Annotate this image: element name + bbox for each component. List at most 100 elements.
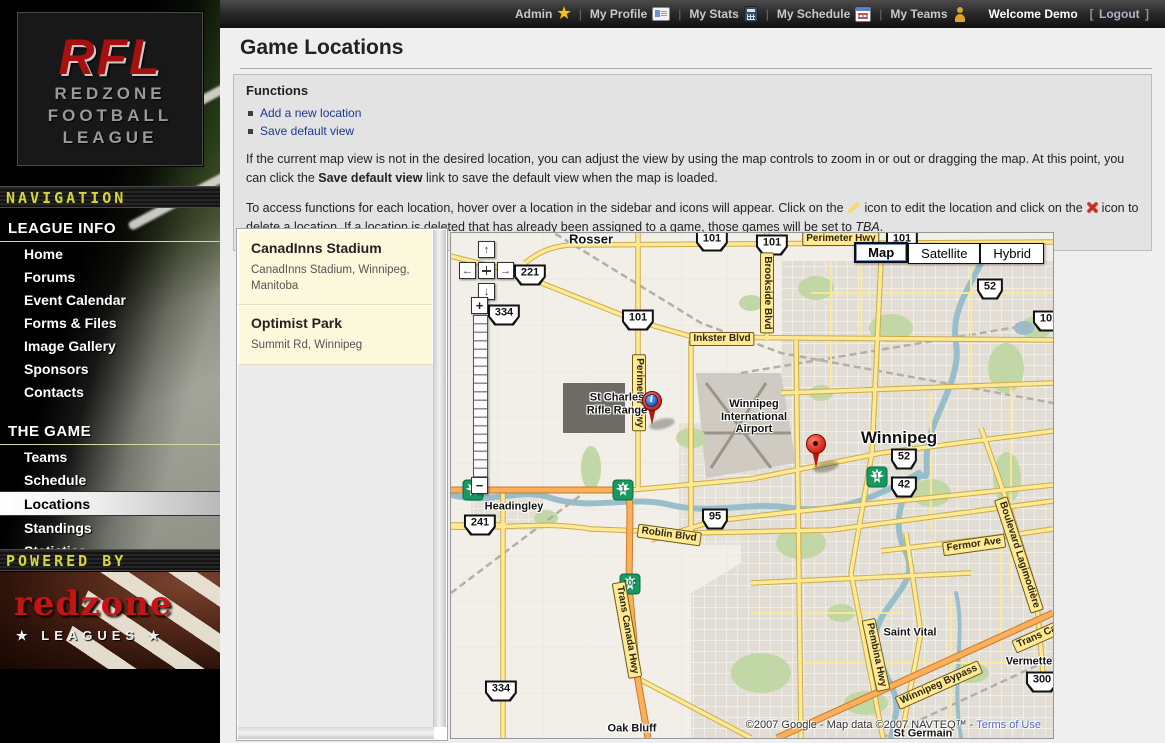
highway-shield-number: 334 <box>487 683 515 700</box>
bracket: [ <box>1090 7 1094 21</box>
highway-shield-number: 334 <box>490 307 518 324</box>
function-link-item: Add a new location <box>246 104 1139 122</box>
powered-by-banner: POWERED BY <box>0 549 220 571</box>
function-link[interactable]: Add a new location <box>260 106 361 120</box>
topbar-links: Admin★|My Profile|My Stats|My Schedule|M… <box>515 6 967 22</box>
sidebar-item-schedule[interactable]: Schedule <box>0 468 220 491</box>
pan-up-button[interactable]: ↑ <box>478 241 495 258</box>
locations-list: CanadInns Stadium CanadInns Stadium, Winn… <box>238 230 434 727</box>
map-canvas[interactable]: 1011011011011012213343342419552524230011… <box>450 232 1054 739</box>
location-address: Summit Rd, Winnipeg <box>251 338 422 354</box>
topbar-separator: | <box>579 7 582 21</box>
functions-links: Add a new location Save default view <box>246 104 1139 140</box>
horizontal-scrollbar[interactable] <box>238 727 434 739</box>
topbar-item-label: Admin <box>515 7 552 21</box>
highway-shield-number: 95 <box>704 511 726 528</box>
zoom-out-button[interactable]: − <box>471 477 488 494</box>
topbar: Admin★|My Profile|My Stats|My Schedule|M… <box>220 0 1165 28</box>
map-marker[interactable] <box>805 434 827 470</box>
map-type-satellite-button[interactable]: Satellite <box>908 243 980 264</box>
road-label: Brookside Blvd <box>760 252 774 333</box>
pan-right-button[interactable]: → <box>497 262 514 279</box>
highway-shield-241: 241 <box>464 515 496 536</box>
sidebar-item-standings[interactable]: Standings <box>0 516 220 539</box>
highway-shield-number: 101 <box>624 312 652 329</box>
pan-center-button[interactable] <box>478 262 495 279</box>
sidebar: RFL REDZONE FOOTBALL LEAGUE NAVIGATION L… <box>0 0 220 743</box>
sidebar-item-image-gallery[interactable]: Image Gallery <box>0 334 220 357</box>
navigation-banner: NAVIGATION <box>0 186 220 208</box>
zoom-slider[interactable] <box>473 315 488 478</box>
highway-shield-300: 300 <box>1026 672 1054 693</box>
sidebar-item-locations[interactable]: Locations <box>0 491 220 516</box>
map-type-map-button[interactable]: Map <box>854 242 908 263</box>
topbar-item-my-teams[interactable]: My Teams <box>890 7 966 22</box>
functions-box: Functions Add a new location Save default… <box>233 74 1152 251</box>
pan-left-button[interactable]: ← <box>459 262 476 279</box>
map-copyright: ©2007 Google - Map data ©2007 NAVTEQ™ - … <box>746 719 1041 731</box>
topbar-item-my-stats[interactable]: My Stats <box>689 6 757 22</box>
topbar-item-admin[interactable]: Admin★ <box>515 7 571 21</box>
function-link[interactable]: Save default view <box>260 124 354 138</box>
nav-section-title: LEAGUE INFO <box>0 212 220 242</box>
redzone-logo-text: redzone <box>14 584 173 624</box>
highway-shield-101: 101 <box>622 310 654 331</box>
sidebar-item-teams[interactable]: Teams <box>0 445 220 468</box>
highway-shield-number: 221 <box>516 267 544 284</box>
sidebar-item-home[interactable]: Home <box>0 242 220 265</box>
scrollbar-corner <box>434 727 446 739</box>
road-label: Inkster Blvd <box>689 332 754 346</box>
sidebar-item-sponsors[interactable]: Sponsors <box>0 357 220 380</box>
topbar-item-my-profile[interactable]: My Profile <box>590 7 670 21</box>
highway-shield-42: 42 <box>891 477 917 498</box>
vertical-scrollbar[interactable] <box>434 230 446 727</box>
location-address: CanadInns Stadium, Winnipeg, Manitoba <box>251 263 422 294</box>
topbar-separator: | <box>766 7 769 21</box>
place-label: Vermette <box>1006 656 1052 669</box>
highway-shield-number: 101 <box>698 233 726 250</box>
place-label: St Charles Rifle Range <box>587 391 648 416</box>
terms-of-use-link[interactable]: Terms of Use <box>976 719 1041 731</box>
sidebar-item-contacts[interactable]: Contacts <box>0 380 220 403</box>
rfl-logo-text: RFL <box>18 31 202 83</box>
league-logo: RFL REDZONE FOOTBALL LEAGUE <box>17 12 203 166</box>
highway-shield-334: 334 <box>488 305 520 326</box>
logo-line: LEAGUE <box>18 127 202 149</box>
highway-shield-52: 52 <box>891 449 917 470</box>
marker-dot <box>813 441 818 446</box>
sidebar-item-forums[interactable]: Forums <box>0 265 220 288</box>
zoom-in-button[interactable]: + <box>471 297 488 314</box>
location-name: CanadInns Stadium <box>251 240 422 256</box>
place-label: Rosser <box>569 233 613 248</box>
leagues-logo-text: ★ LEAGUES ★ <box>16 628 164 644</box>
nav-section-title: THE GAME <box>0 415 220 445</box>
highway-shield-number: 300 <box>1028 674 1054 691</box>
highway-shield-number: 52 <box>893 451 915 468</box>
trans-canada-shield-1: 1 <box>867 467 888 488</box>
main-content: Game Locations Functions Add a new locat… <box>220 28 1165 743</box>
trans-canada-number: 1 <box>614 485 633 494</box>
highway-shield-number: 42 <box>893 479 915 496</box>
highway-shield-101: 101 <box>696 232 728 252</box>
place-label: Headingley <box>485 501 544 514</box>
logout-button[interactable]: [ Logout ] <box>1088 7 1151 21</box>
highway-shield-52: 52 <box>977 279 1003 300</box>
location-card[interactable]: CanadInns Stadium CanadInns Stadium, Winn… <box>238 230 433 305</box>
logout-label[interactable]: Logout <box>1099 7 1140 21</box>
location-card[interactable]: Optimist ParkSummit Rd, Winnipeg <box>238 305 433 365</box>
redzone-leagues-logo: redzone ★ LEAGUES ★ <box>0 572 220 669</box>
map-type-hybrid-button[interactable]: Hybrid <box>980 243 1044 264</box>
sidebar-item-forms-files[interactable]: Forms & Files <box>0 311 220 334</box>
welcome-text: Welcome Demo <box>989 7 1078 21</box>
topbar-separator: | <box>678 7 681 21</box>
bracket: ] <box>1145 7 1149 21</box>
side-nav: LEAGUE INFOHomeForumsEvent CalendarForms… <box>0 212 220 562</box>
copyright-text: ©2007 Google - Map data ©2007 NAVTEQ™ - <box>746 719 976 731</box>
topbar-item-my-schedule[interactable]: My Schedule <box>777 7 871 22</box>
info-map-marker[interactable]: i <box>641 391 663 427</box>
trans-canada-shield-1: 1 <box>613 480 634 501</box>
place-label: Winnipeg <box>861 428 937 448</box>
functions-title: Functions <box>246 83 1139 98</box>
map-type-buttons: MapSatelliteHybrid <box>854 243 1044 264</box>
sidebar-item-event-calendar[interactable]: Event Calendar <box>0 288 220 311</box>
